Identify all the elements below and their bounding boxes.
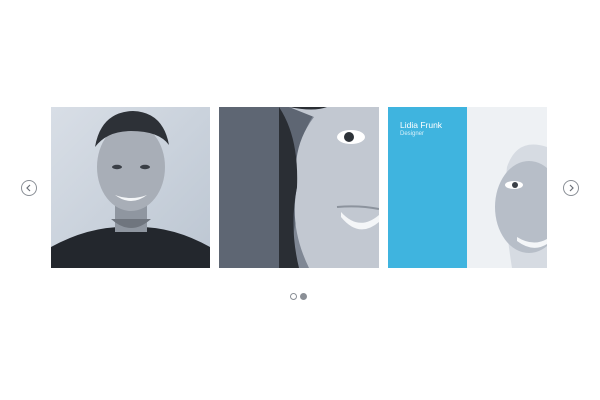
team-member-role: Designer (400, 131, 425, 137)
team-member-photo (219, 107, 379, 268)
pagination-dot[interactable] (290, 293, 297, 300)
pagination-dot-active[interactable] (300, 293, 307, 300)
prev-button[interactable] (21, 180, 37, 196)
team-member-photo (467, 107, 547, 268)
team-member-name: Lidia Frunk (400, 120, 443, 130)
team-card[interactable] (51, 107, 210, 268)
team-member-photo (51, 107, 210, 268)
chevron-right-icon (569, 184, 574, 192)
team-member-info-panel: Lidia Frunk Designer (388, 107, 467, 268)
chevron-left-icon (26, 184, 31, 192)
pagination-dots (290, 293, 307, 301)
next-button[interactable] (563, 180, 579, 196)
team-card[interactable]: Lidia Frunk Designer (388, 107, 547, 268)
team-carousel: Lidia Frunk Designer (0, 0, 600, 400)
team-card[interactable] (219, 107, 379, 268)
